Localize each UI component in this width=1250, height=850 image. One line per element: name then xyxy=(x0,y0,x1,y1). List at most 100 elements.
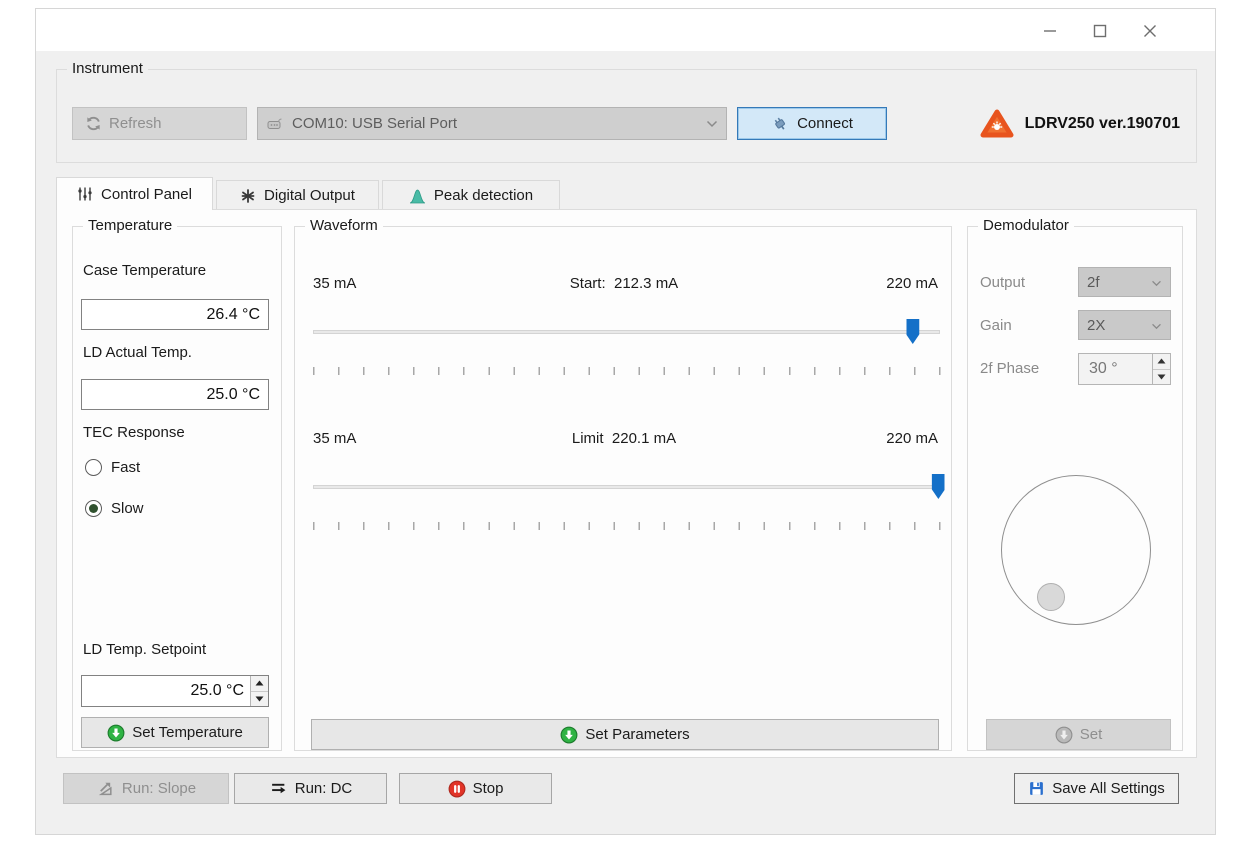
tab-control-panel[interactable]: Control Panel xyxy=(56,177,213,210)
limit-slider-thumb[interactable] xyxy=(932,474,945,499)
title-bar xyxy=(36,9,1215,51)
device-version: LDRV250 ver.190701 xyxy=(979,107,1180,140)
connect-plug-icon xyxy=(771,115,790,132)
chevron-down-icon xyxy=(706,115,718,132)
tec-response-label: TEC Response xyxy=(83,424,185,441)
run-slope-icon xyxy=(96,780,115,797)
phase-knob[interactable] xyxy=(1001,475,1151,625)
limit-slider[interactable] xyxy=(313,485,940,489)
chevron-down-icon xyxy=(1151,274,1162,291)
maximize-button[interactable] xyxy=(1075,17,1125,45)
minimize-button[interactable] xyxy=(1025,17,1075,45)
digital-output-icon xyxy=(240,188,256,204)
ld-actual-temp-label: LD Actual Temp. xyxy=(83,344,192,361)
gain-label: Gain xyxy=(980,317,1012,334)
ld-actual-temp-field: 25.0 °C xyxy=(81,379,269,410)
spin-down-button[interactable] xyxy=(251,692,268,707)
instrument-group: Instrument Refresh COM10: USB Serial Por… xyxy=(56,69,1197,163)
set-temperature-label: Set Temperature xyxy=(132,724,243,741)
run-dc-button[interactable]: Run: DC xyxy=(234,773,387,804)
output-label: Output xyxy=(980,274,1025,291)
phase-spinner[interactable]: 30 ° xyxy=(1078,353,1171,385)
start-caption-value: 212.3 mA xyxy=(614,275,678,292)
control-panel-page: Temperature Case Temperature 26.4 °C LD … xyxy=(56,209,1197,758)
demodulator-set-label: Set xyxy=(1080,726,1103,743)
chevron-down-icon xyxy=(1151,317,1162,334)
set-parameters-label: Set Parameters xyxy=(585,726,689,743)
start-slider[interactable] xyxy=(313,330,940,334)
start-slider-thumb[interactable] xyxy=(906,319,919,344)
refresh-icon xyxy=(85,115,102,132)
gain-select[interactable]: 2X xyxy=(1078,310,1171,340)
set-green-icon xyxy=(560,726,578,744)
run-dc-icon xyxy=(269,780,288,797)
start-max-label: 220 mA xyxy=(886,275,938,292)
output-select[interactable]: 2f xyxy=(1078,267,1171,297)
tab-control-panel-label: Control Panel xyxy=(101,186,192,203)
demodulator-set-button[interactable]: Set xyxy=(986,719,1171,750)
case-temperature-field: 26.4 °C xyxy=(81,299,269,330)
limit-caption-label: Limit xyxy=(572,430,604,447)
save-all-settings-label: Save All Settings xyxy=(1052,780,1165,797)
set-green-icon xyxy=(107,724,125,742)
refresh-button-label: Refresh xyxy=(109,115,162,132)
limit-caption: Limit 220.1 mA xyxy=(295,430,953,447)
save-all-settings-button[interactable]: Save All Settings xyxy=(1014,773,1179,804)
tec-slow-radio[interactable]: Slow xyxy=(85,500,144,517)
window-controls xyxy=(1025,17,1175,45)
spin-down-button[interactable] xyxy=(1153,370,1170,385)
tab-digital-output[interactable]: Digital Output xyxy=(216,180,379,210)
com-port-value: COM10: USB Serial Port xyxy=(292,115,457,132)
client-area: Instrument Refresh COM10: USB Serial Por… xyxy=(36,51,1215,834)
serial-port-icon xyxy=(266,116,284,132)
temperature-group: Temperature Case Temperature 26.4 °C LD … xyxy=(72,226,282,751)
stop-label: Stop xyxy=(473,780,504,797)
device-version-text: LDRV250 ver.190701 xyxy=(1025,115,1180,133)
limit-slider-ticks xyxy=(313,522,941,530)
screen: Instrument Refresh COM10: USB Serial Por… xyxy=(0,0,1250,850)
tab-digital-output-label: Digital Output xyxy=(264,187,355,204)
connect-button[interactable]: Connect xyxy=(737,107,887,140)
close-button[interactable] xyxy=(1125,17,1175,45)
start-caption: Start: 212.3 mA xyxy=(295,275,953,292)
run-slope-label: Run: Slope xyxy=(122,780,196,797)
ld-temp-setpoint-label: LD Temp. Setpoint xyxy=(83,641,206,658)
minimize-icon xyxy=(1043,24,1057,38)
spin-up-button[interactable] xyxy=(1153,354,1170,370)
tab-peak-detection[interactable]: Peak detection xyxy=(382,180,560,210)
phase-value: 30 ° xyxy=(1079,354,1152,384)
case-temperature-value: 26.4 °C xyxy=(206,306,260,324)
app-window: Instrument Refresh COM10: USB Serial Por… xyxy=(35,8,1216,835)
tec-fast-label: Fast xyxy=(111,459,140,476)
output-value: 2f xyxy=(1087,274,1100,291)
spin-up-button[interactable] xyxy=(251,676,268,692)
gain-value: 2X xyxy=(1087,317,1105,334)
refresh-button[interactable]: Refresh xyxy=(72,107,247,140)
radio-unchecked-icon xyxy=(85,459,102,476)
ld-temp-setpoint-spinner[interactable]: 25.0 °C xyxy=(81,675,269,707)
ld-actual-temp-value: 25.0 °C xyxy=(206,386,260,404)
phase-label: 2f Phase xyxy=(980,360,1039,377)
stop-button[interactable]: Stop xyxy=(399,773,552,804)
instrument-group-label: Instrument xyxy=(67,60,148,77)
waveform-group: Waveform 35 mA Start: 212.3 mA 220 mA 35… xyxy=(294,226,952,751)
tec-fast-radio[interactable]: Fast xyxy=(85,459,140,476)
set-temperature-button[interactable]: Set Temperature xyxy=(81,717,269,748)
tab-peak-detection-label: Peak detection xyxy=(434,187,533,204)
phase-knob-indicator xyxy=(1037,583,1065,611)
radio-checked-icon xyxy=(85,500,102,517)
com-port-select[interactable]: COM10: USB Serial Port xyxy=(257,107,727,140)
set-gray-icon xyxy=(1055,726,1073,744)
stop-icon xyxy=(448,780,466,798)
run-slope-button[interactable]: Run: Slope xyxy=(63,773,229,804)
temperature-group-label: Temperature xyxy=(83,217,177,234)
save-floppy-icon xyxy=(1028,780,1045,797)
set-parameters-button[interactable]: Set Parameters xyxy=(311,719,939,750)
close-icon xyxy=(1143,24,1157,38)
waveform-group-label: Waveform xyxy=(305,217,383,234)
start-caption-label: Start: xyxy=(570,275,606,292)
demodulator-group-label: Demodulator xyxy=(978,217,1074,234)
run-dc-label: Run: DC xyxy=(295,780,353,797)
case-temperature-label: Case Temperature xyxy=(83,262,206,279)
maximize-icon xyxy=(1093,24,1107,38)
